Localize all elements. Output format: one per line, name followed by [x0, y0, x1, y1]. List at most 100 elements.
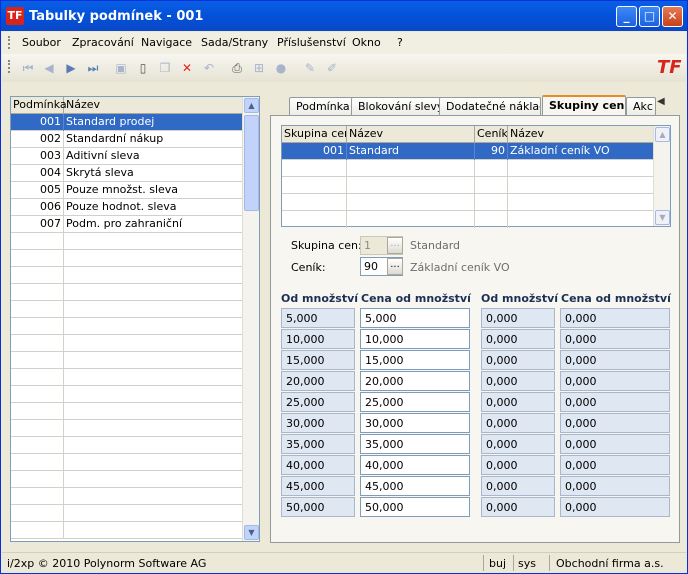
tab-scroll-left-icon[interactable]: ◀ — [657, 96, 665, 107]
scroll-up-button[interactable]: ▲ — [244, 98, 259, 113]
from-qty-2-cell[interactable]: 0,000 — [481, 329, 555, 349]
delete-icon[interactable]: ✕ — [179, 60, 195, 76]
price-from-qty-input[interactable]: 15,000 — [360, 350, 470, 370]
price-from-qty-input[interactable]: 10,000 — [360, 329, 470, 349]
from-qty-cell[interactable]: 35,000 — [281, 434, 355, 454]
col-header-nazev[interactable]: Název — [64, 97, 243, 114]
conditions-scrollbar[interactable]: ▲ ▼ — [242, 97, 259, 541]
price-from-qty-input[interactable]: 20,000 — [360, 371, 470, 391]
title-bar[interactable]: TF Tabulky podmínek - 001 _ □ ✕ — [1, 1, 687, 31]
condition-row[interactable]: 002 Standardní nákup — [11, 131, 243, 148]
col-header-podminka[interactable]: Podmínka — [11, 97, 67, 114]
price-groups-grid[interactable]: Skupina cen Název Ceník Název 001 Standa… — [281, 125, 671, 228]
menu-okno[interactable]: Okno — [352, 36, 381, 49]
col-header-nazev-ceniku[interactable]: Název — [508, 126, 654, 143]
condition-row[interactable]: 007 Podm. pro zahraniční — [11, 216, 243, 233]
edit-icon[interactable]: ✎ — [302, 60, 318, 76]
empty-row[interactable] — [11, 386, 243, 403]
price-from-qty-input[interactable]: 50,000 — [360, 497, 470, 517]
from-qty-2-cell[interactable]: 0,000 — [481, 476, 555, 496]
empty-row[interactable] — [11, 522, 243, 539]
col-header-skupina-cen[interactable]: Skupina cen — [282, 126, 347, 143]
from-qty-2-cell[interactable]: 0,000 — [481, 350, 555, 370]
menu-soubor[interactable]: Soubor — [22, 36, 61, 49]
empty-row[interactable] — [11, 284, 243, 301]
empty-row[interactable] — [11, 233, 243, 250]
condition-row[interactable]: 006 Pouze hodnot. sleva — [11, 199, 243, 216]
price-from-qty-input[interactable]: 5,000 — [360, 308, 470, 328]
price-from-qty-input[interactable]: 30,000 — [360, 413, 470, 433]
from-qty-2-cell[interactable]: 0,000 — [481, 371, 555, 391]
pen-icon[interactable]: ✐ — [324, 60, 340, 76]
price-from-qty-2-cell[interactable]: 0,000 — [560, 350, 670, 370]
empty-row[interactable] — [11, 454, 243, 471]
from-qty-cell[interactable]: 15,000 — [281, 350, 355, 370]
price-from-qty-2-cell[interactable]: 0,000 — [560, 308, 670, 328]
empty-row[interactable] — [11, 369, 243, 386]
condition-row[interactable]: 005 Pouze množst. sleva — [11, 182, 243, 199]
price-from-qty-2-cell[interactable]: 0,000 — [560, 413, 670, 433]
col-header-nazev-skupiny[interactable]: Název — [347, 126, 475, 143]
menu-sada-strany[interactable]: Sada/Strany — [201, 36, 268, 49]
empty-row[interactable] — [11, 267, 243, 284]
empty-row[interactable] — [11, 471, 243, 488]
from-qty-2-cell[interactable]: 0,000 — [481, 497, 555, 517]
menu-zpracovani[interactable]: Zpracování — [72, 36, 134, 49]
from-qty-cell[interactable]: 30,000 — [281, 413, 355, 433]
empty-row[interactable] — [11, 318, 243, 335]
from-qty-cell[interactable]: 5,000 — [281, 308, 355, 328]
empty-row[interactable] — [11, 420, 243, 437]
from-qty-cell[interactable]: 20,000 — [281, 371, 355, 391]
price-group-row[interactable]: 001 Standard 90 Základní ceník VO — [282, 143, 654, 160]
tab-podminka[interactable]: Podmínka — [289, 97, 357, 116]
from-qty-cell[interactable]: 45,000 — [281, 476, 355, 496]
price-from-qty-input[interactable]: 40,000 — [360, 455, 470, 475]
new-doc-icon[interactable]: ▯ — [135, 60, 151, 76]
from-qty-2-cell[interactable]: 0,000 — [481, 455, 555, 475]
last-record-icon[interactable]: ⏭ — [85, 60, 101, 76]
from-qty-cell[interactable]: 25,000 — [281, 392, 355, 412]
scroll-thumb[interactable] — [244, 115, 259, 211]
conditions-list[interactable]: Podmínka Název 001 Standard prodej 002 Stan… — [10, 96, 260, 542]
col-header-cenik[interactable]: Ceník — [475, 126, 508, 143]
from-qty-2-cell[interactable]: 0,000 — [481, 434, 555, 454]
empty-row[interactable] — [282, 211, 654, 228]
minimize-button[interactable]: _ — [616, 6, 637, 27]
price-from-qty-input[interactable]: 45,000 — [360, 476, 470, 496]
from-qty-2-cell[interactable]: 0,000 — [481, 392, 555, 412]
condition-row[interactable]: 003 Aditivní sleva — [11, 148, 243, 165]
empty-row[interactable] — [11, 505, 243, 522]
empty-row[interactable] — [11, 403, 243, 420]
save-icon[interactable]: ▣ — [113, 60, 129, 76]
price-from-qty-2-cell[interactable]: 0,000 — [560, 371, 670, 391]
price-from-qty-2-cell[interactable]: 0,000 — [560, 455, 670, 475]
scroll-down-button[interactable]: ▼ — [655, 210, 670, 225]
empty-row[interactable] — [282, 177, 654, 194]
print-icon[interactable]: ⎙ — [229, 60, 245, 76]
menu-help[interactable]: ? — [397, 36, 403, 49]
from-qty-cell[interactable]: 40,000 — [281, 455, 355, 475]
condition-row[interactable]: 004 Skrytá sleva — [11, 165, 243, 182]
price-from-qty-2-cell[interactable]: 0,000 — [560, 392, 670, 412]
scroll-up-button[interactable]: ▲ — [655, 127, 670, 142]
copy-icon[interactable]: ❐ — [157, 60, 173, 76]
empty-row[interactable] — [11, 488, 243, 505]
price-from-qty-2-cell[interactable]: 0,000 — [560, 329, 670, 349]
empty-row[interactable] — [282, 194, 654, 211]
from-qty-2-cell[interactable]: 0,000 — [481, 308, 555, 328]
empty-row[interactable] — [11, 301, 243, 318]
lock-icon[interactable]: ● — [273, 60, 289, 76]
price-from-qty-input[interactable]: 25,000 — [360, 392, 470, 412]
empty-row[interactable] — [11, 335, 243, 352]
menu-navigace[interactable]: Navigace — [141, 36, 192, 49]
empty-row[interactable] — [11, 250, 243, 267]
pricelist-lookup-button[interactable]: ... — [387, 258, 403, 275]
maximize-button[interactable]: □ — [639, 6, 660, 27]
price-from-qty-2-cell[interactable]: 0,000 — [560, 497, 670, 517]
undo-icon[interactable]: ↶ — [201, 60, 217, 76]
next-record-icon[interactable]: ▶ — [63, 60, 79, 76]
from-qty-2-cell[interactable]: 0,000 — [481, 413, 555, 433]
prev-record-icon[interactable]: ◀ — [41, 60, 57, 76]
scroll-down-button[interactable]: ▼ — [244, 525, 259, 540]
condition-row[interactable]: 001 Standard prodej — [11, 114, 243, 131]
